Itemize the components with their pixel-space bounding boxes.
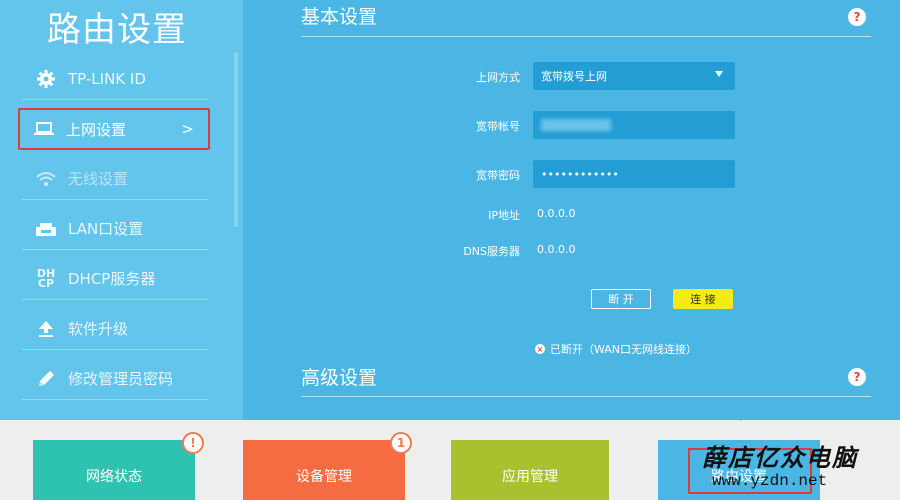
sidebar-item-dhcp[interactable]: DH CP DHCP服务器 [22, 258, 208, 300]
sidebar-item-admin-password[interactable]: 修改管理员密码 [22, 358, 208, 400]
gear-icon [32, 69, 60, 89]
connection-status: × 已断开（WAN口无网线连接） [535, 341, 697, 357]
password-input[interactable]: •••••••••••• [533, 160, 735, 188]
tab-network-status[interactable]: 网络状态 [33, 440, 195, 500]
active-tab-pointer [730, 410, 752, 421]
tab-label: 应用管理 [502, 469, 558, 485]
help-icon[interactable]: ? [848, 8, 866, 26]
chevron-right-icon: > [181, 120, 194, 138]
sidebar-item-label: 修改管理员密码 [68, 370, 174, 388]
upload-icon [32, 320, 60, 338]
tab-device-management[interactable]: 设备管理 [243, 440, 405, 500]
sidebar-item-firmware-upgrade[interactable]: 软件升级 [22, 308, 208, 350]
dhcp-icon-bottom: CP [37, 276, 55, 290]
status-text: 已断开（WAN口无网线连接） [550, 343, 698, 356]
advanced-settings-title: 高级设置 [301, 367, 378, 389]
account-input[interactable] [533, 111, 735, 139]
chevron-down-icon [715, 71, 723, 77]
help-icon[interactable]: ? [848, 368, 866, 386]
watermark-url: www.yzdn.net [712, 472, 828, 490]
lan-icon [32, 221, 60, 237]
dns-label: DNS服务器 [463, 245, 520, 258]
section-divider [301, 396, 871, 397]
sidebar-item-label: 无线设置 [68, 170, 129, 188]
sidebar-item-tplink-id[interactable]: TP-LINK ID [22, 58, 208, 100]
main-panel: 基本设置 ? 上网方式 宽带拨号上网 宽带帐号 宽带密码 •••••••••••… [243, 0, 900, 420]
tab-label: 设备管理 [296, 469, 352, 485]
wifi-icon [32, 171, 60, 187]
ip-label: IP地址 [488, 209, 520, 222]
password-value: •••••••••••• [541, 167, 619, 181]
count-badge: 1 [390, 432, 412, 454]
sidebar-title: 路由设置 [47, 10, 187, 50]
sidebar-item-label: TP-LINK ID [68, 69, 146, 88]
watermark-text: 薛店亿众电脑 [702, 443, 858, 472]
sidebar-item-label: 软件升级 [68, 320, 129, 338]
redacted-account [541, 119, 611, 131]
sidebar-item-label: 上网设置 [66, 120, 127, 139]
connection-type-label: 上网方式 [476, 71, 520, 84]
dns-value: 0.0.0.0 [537, 243, 576, 256]
disconnect-button[interactable]: 断 开 [591, 289, 651, 309]
connection-type-select[interactable]: 宽带拨号上网 [533, 62, 735, 90]
sidebar-item-internet-settings[interactable]: 上网设置 > [18, 108, 210, 150]
account-label: 宽带帐号 [476, 120, 520, 133]
password-label: 宽带密码 [476, 169, 520, 182]
connect-button[interactable]: 连 接 [673, 289, 733, 309]
basic-settings-title: 基本设置 [301, 6, 378, 28]
tab-app-management[interactable]: 应用管理 [451, 440, 609, 500]
alert-badge: ! [182, 432, 204, 454]
sidebar-item-label: LAN口设置 [68, 220, 144, 238]
section-divider [301, 36, 871, 37]
sidebar-scrollbar[interactable] [234, 52, 238, 227]
laptop-icon [30, 121, 58, 137]
pencil-icon [32, 369, 60, 389]
error-icon: × [535, 344, 545, 354]
ip-value: 0.0.0.0 [537, 207, 576, 220]
connection-type-value: 宽带拨号上网 [541, 70, 607, 83]
dhcp-icon: DH CP [32, 268, 60, 290]
tab-label: 网络状态 [86, 469, 142, 485]
sidebar-item-label: DHCP服务器 [68, 270, 156, 288]
sidebar-item-wireless[interactable]: 无线设置 [22, 158, 208, 200]
sidebar: 路由设置 TP-LINK ID 上网设置 > 无线设置 LAN口设置 DH CP… [0, 0, 243, 420]
sidebar-item-lan[interactable]: LAN口设置 [22, 208, 208, 250]
